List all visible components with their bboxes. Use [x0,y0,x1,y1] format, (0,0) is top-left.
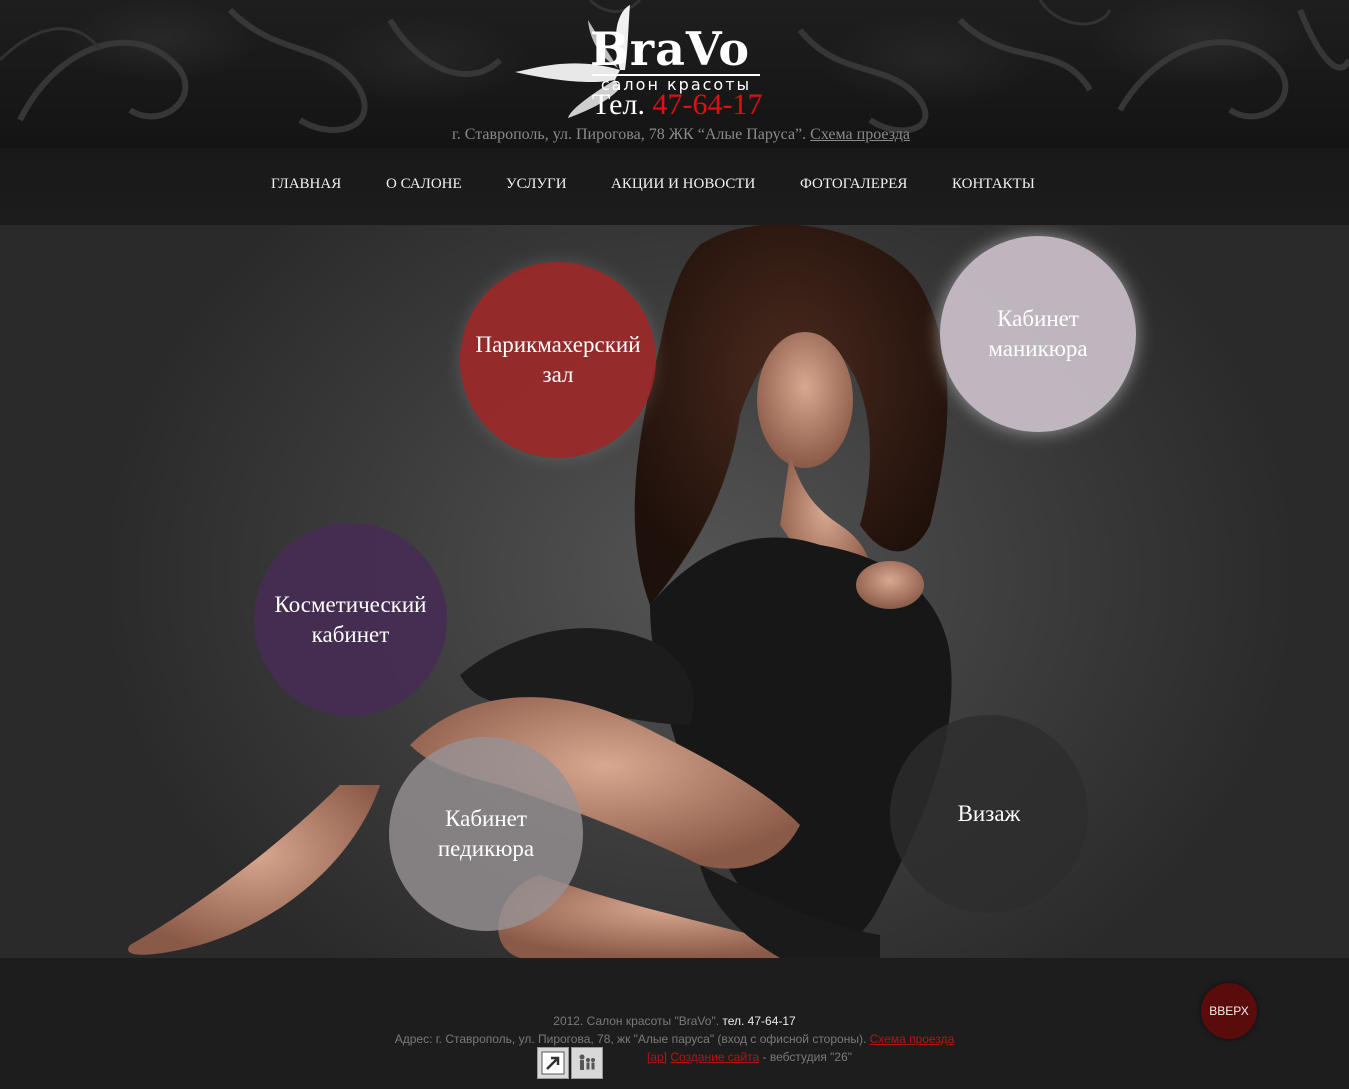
service-visage-label: Визаж [957,801,1021,826]
service-visage[interactable]: Визаж [890,715,1088,913]
family-badge-icon[interactable] [571,1047,603,1079]
service-manicure[interactable]: Кабинет маникюра [940,236,1136,432]
footer-phone: тел. 47-64-17 [722,1014,796,1028]
header-phone: Тел. 47-64-17 [592,88,762,122]
footer-developer-line: [ap] Создание сайта - вебстудия "26" [75,1050,1349,1064]
service-hair-line1: Парикмахерский [475,332,641,357]
footer-dev-suffix: - вебстудия "26" [762,1050,853,1064]
nav-item-contacts[interactable]: КОНТАКТЫ [952,176,1035,193]
phone-prefix: Тел. [592,88,645,121]
nav-item-news[interactable]: АКЦИИ И НОВОСТИ [611,176,755,193]
service-pedicure-line1: Кабинет [445,806,527,831]
footer-address-line: Адрес: г. Ставрополь, ул. Пирогова, 78, … [0,1032,1349,1046]
nav-item-services[interactable]: УСЛУГИ [506,176,567,193]
nav-item-home[interactable]: ГЛАВНАЯ [271,176,341,193]
footer-dev-link[interactable]: Создание сайта [670,1050,759,1064]
footer-copyright: 2012. Салон красоты "BraVo". [553,1014,720,1028]
footer-copyright-line: 2012. Салон красоты "BraVo". тел. 47-64-… [0,1014,1349,1028]
service-cosmetic-line1: Косметический [274,591,427,617]
footer-map-link[interactable]: Схема проезда [870,1032,955,1046]
phone-number: 47-64-17 [652,88,763,121]
hero-banner: Парикмахерский зал Кабинет маникюра Косм… [0,225,1349,958]
nav-item-gallery[interactable]: ФОТОГАЛЕРЕЯ [800,176,907,193]
service-manicure-line1: Кабинет [997,306,1079,331]
arrow-icon [541,1051,565,1075]
site-footer: 2012. Салон красоты "BraVo". тел. 47-64-… [0,958,1349,1089]
people-icon [579,1054,595,1070]
service-hair-line2: зал [542,362,574,387]
address-text: г. Ставрополь, ул. Пирогова, 78 ЖК “Алые… [452,126,807,143]
main-navigation: ГЛАВНАЯ О САЛОНЕ УСЛУГИ АКЦИИ И НОВОСТИ … [0,148,1349,225]
service-manicure-line2: маникюра [988,336,1088,361]
service-cosmetic-line2: кабинет [311,621,390,647]
service-pedicure[interactable]: Кабинет педикюра [389,737,583,931]
service-pedicure-line2: педикюра [437,836,535,861]
model-photo [128,225,952,958]
counter-badge-icon[interactable] [537,1047,569,1079]
service-cosmetic[interactable]: Косметический кабинет [254,523,447,716]
footer-dev-prefix[interactable]: [ap] [647,1050,667,1064]
header-address: г. Ставрополь, ул. Пирогова, 78 ЖК “Алые… [0,126,1349,144]
service-hair-salon[interactable]: Парикмахерский зал [460,262,656,458]
logo-title[interactable]: BraVo [590,22,750,76]
site-header: BraVo салон красоты Тел. 47-64-17 г. Ста… [0,0,1349,148]
nav-item-about[interactable]: О САЛОНЕ [386,176,462,193]
footer-address: Адрес: г. Ставрополь, ул. Пирогова, 78, … [394,1032,867,1046]
map-link[interactable]: Схема проезда [810,126,910,143]
scroll-up-button[interactable]: ВВЕРХ [1201,983,1257,1039]
